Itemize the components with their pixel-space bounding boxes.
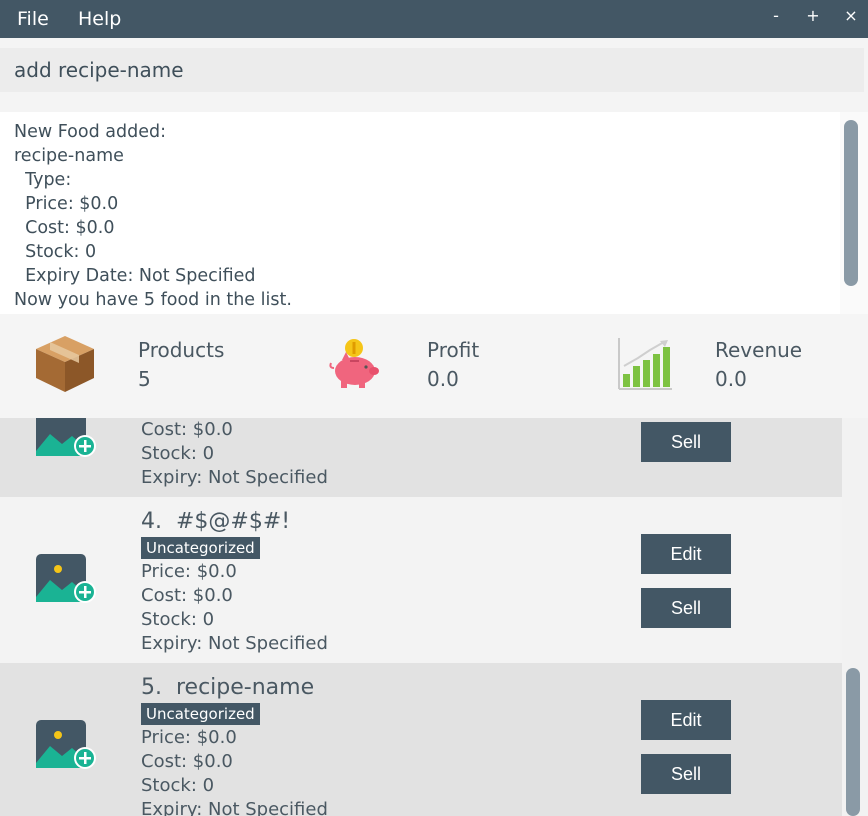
list-item[interactable]: 4. #$@#$#! Uncategorized Price: $0.0 Cos…: [0, 497, 842, 663]
image-placeholder-icon: [36, 720, 96, 769]
bar-chart-icon: [618, 338, 672, 390]
food-list: Cost: $0.0 Stock: 0 Expiry: Not Specifie…: [0, 418, 842, 816]
list-item[interactable]: 5. recipe-name Uncategorized Price: $0.0…: [0, 663, 842, 816]
image-placeholder-icon: [36, 418, 96, 457]
item-stock: Stock: 0: [141, 609, 215, 630]
piggy-bank-icon: [329, 339, 379, 388]
item-expiry: Expiry: Not Specified: [141, 467, 328, 488]
sell-button[interactable]: Sell: [641, 422, 731, 462]
maximize-button[interactable]: +: [803, 3, 823, 29]
close-button[interactable]: ×: [841, 3, 861, 29]
profit-value: 0.0: [427, 367, 459, 391]
list-item[interactable]: Cost: $0.0 Stock: 0 Expiry: Not Specifie…: [0, 418, 842, 497]
edit-button[interactable]: Edit: [641, 700, 731, 740]
item-price: Price: $0.0: [141, 561, 237, 582]
item-expiry: Expiry: Not Specified: [141, 633, 328, 654]
menu-file[interactable]: File: [17, 0, 49, 38]
revenue-label: Revenue: [715, 338, 803, 362]
sell-button[interactable]: Sell: [641, 588, 731, 628]
sell-button[interactable]: Sell: [641, 754, 731, 794]
category-tag: Uncategorized: [141, 703, 260, 725]
menu-bar: File Help - + ×: [0, 0, 868, 38]
item-cost: Cost: $0.0: [141, 585, 233, 606]
products-label: Products: [138, 338, 225, 362]
menu-help[interactable]: Help: [78, 0, 121, 38]
item-title: 5. recipe-name: [141, 675, 315, 700]
result-line: Expiry Date: Not Specified: [14, 266, 256, 286]
item-stock: Stock: 0: [141, 443, 215, 464]
command-box: [0, 38, 868, 100]
result-line: Cost: $0.0: [14, 218, 115, 238]
category-tag: Uncategorized: [141, 537, 260, 559]
revenue-value: 0.0: [715, 367, 747, 391]
image-placeholder-icon: [36, 554, 96, 603]
minimize-button[interactable]: -: [766, 3, 786, 29]
result-line: Price: $0.0: [14, 194, 119, 214]
result-display: New Food added: recipe-name Type: Price:…: [0, 112, 840, 314]
result-line: Now you have 5 food in the list.: [14, 290, 292, 310]
result-line: recipe-name: [14, 146, 124, 166]
box-icon: [36, 336, 94, 392]
item-stock: Stock: 0: [141, 775, 215, 796]
item-price: Price: $0.0: [141, 727, 237, 748]
item-title: 4. #$@#$#!: [141, 509, 291, 534]
products-value: 5: [138, 367, 151, 391]
result-line: Stock: 0: [14, 242, 97, 262]
item-cost: Cost: $0.0: [141, 419, 233, 440]
result-line: New Food added:: [14, 122, 166, 142]
statistics-panel: Products 5 Profit 0.0 Revenue 0.0: [0, 314, 868, 418]
edit-button[interactable]: Edit: [641, 534, 731, 574]
result-scrollbar-thumb[interactable]: [844, 120, 858, 286]
item-cost: Cost: $0.0: [141, 751, 233, 772]
result-line: Type:: [14, 170, 72, 190]
item-expiry: Expiry: Not Specified: [141, 799, 328, 816]
command-input[interactable]: [0, 48, 864, 92]
list-scrollbar-thumb[interactable]: [846, 668, 860, 816]
profit-label: Profit: [427, 338, 480, 362]
